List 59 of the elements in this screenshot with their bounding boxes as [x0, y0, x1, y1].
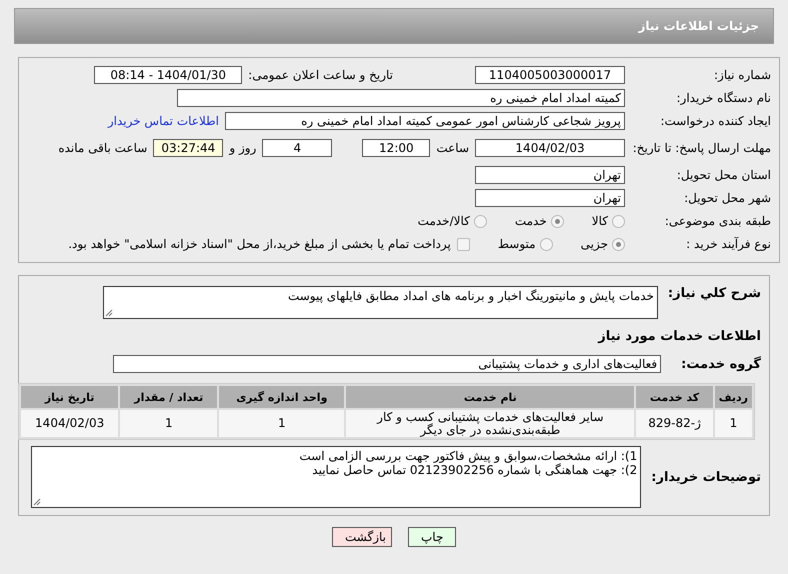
radio-button[interactable]	[550, 214, 564, 228]
checkbox[interactable]	[456, 238, 470, 250]
need-number-field[interactable]: 1104005003000017	[475, 66, 625, 84]
field-label: ساعت	[436, 141, 469, 155]
city-field[interactable]: تهران	[475, 189, 625, 207]
resize-grip-icon[interactable]	[33, 498, 42, 506]
field-label: شهر محل تحویل:	[683, 191, 771, 205]
table-cell: 1	[219, 410, 344, 437]
buyer-notes-field[interactable]: 1): ارائه مشخصات،سوابق و پیش فاکتور جهت بررسی الزامی است 2): جهت هماهنگی با شماره 02123902256 تماس حاصل نمایید	[31, 446, 642, 508]
field-label: تاریخ و ساعت اعلان عمومی:	[248, 68, 393, 82]
column-header: واحد اندازه گیری	[219, 386, 344, 408]
remaining-time-field[interactable]: 03:27:44	[153, 139, 224, 157]
back-button[interactable]: بازگشت	[332, 527, 392, 547]
option-label: متوسط	[498, 237, 536, 251]
field-label: ایجاد کننده درخواست:	[659, 114, 771, 128]
radio-button[interactable]	[540, 238, 553, 250]
option-label: خدمت	[514, 214, 547, 228]
radio-button[interactable]	[474, 214, 487, 228]
buyer-contact-link[interactable]: اطلاعات تماس خریدار	[108, 114, 219, 128]
field-label: توضیحات خریدار:	[651, 470, 761, 484]
table-cell: ژ-82-829	[636, 410, 713, 437]
field-label: شماره نیاز:	[713, 68, 771, 82]
column-header: ردیف	[714, 386, 752, 408]
column-header: تاریخ نیاز	[21, 386, 118, 408]
column-header: نام خدمت	[346, 386, 634, 408]
page-title: جزئیات اطلاعات نیاز	[638, 19, 759, 33]
field-label: مهلت ارسال پاسخ: تا تاریخ:	[632, 141, 771, 155]
resize-grip-icon[interactable]	[104, 309, 113, 317]
field-label: شرح کلي نیاز:	[668, 286, 761, 301]
checkbox-label: پرداخت تمام یا بخشی از مبلغ خرید،از محل "اسناد خزانه اسلامی" خواهد بود.	[68, 237, 451, 251]
radio-button[interactable]	[612, 214, 625, 228]
deadline-time-field[interactable]: 12:00	[362, 139, 430, 157]
deadline-date-field[interactable]: 1404/02/03	[475, 139, 625, 157]
days-field[interactable]: 4	[262, 139, 332, 157]
field-label: نام دستگاه خریدار:	[676, 91, 771, 105]
buyer-org-field[interactable]: کمیته امداد امام خمینی ره	[177, 89, 625, 107]
service-group-field[interactable]: فعالیت‌های اداری و خدمات پشتیبانی	[113, 355, 662, 373]
table-cell: سایر فعالیت‌های خدمات پشتیبانی کسب و کار طبقه‌بندی‌نشده در جای دیگر	[346, 410, 634, 437]
field-label: گروه خدمت:	[681, 356, 761, 372]
field-label: استان محل تحویل:	[676, 168, 771, 182]
column-header: کد خدمت	[636, 386, 713, 408]
print-button[interactable]: چاپ	[408, 527, 456, 547]
province-field[interactable]: تهران	[475, 166, 625, 184]
option-label: کالا/خدمت	[418, 214, 470, 228]
field-label: روز و	[229, 141, 256, 155]
column-header: تعداد / مقدار	[120, 386, 218, 408]
table-cell: 1	[120, 410, 218, 437]
requester-field[interactable]: پرویز شجاعی کارشناس امور عمومی کمیته امداد امام خمینی ره	[225, 112, 625, 130]
option-label: جزیی	[580, 237, 608, 251]
summary-field[interactable]: خدمات پایش و مانیتورینگ اخبار و برنامه های امداد مطابق فایلهای پیوست	[102, 286, 658, 319]
announce-date-field[interactable]: 1404/01/30 - 08:14	[94, 66, 242, 84]
field-label: ساعت باقی مانده	[58, 141, 148, 155]
table-cell: 1404/02/03	[21, 410, 118, 437]
option-label: کالا	[592, 214, 608, 228]
radio-button[interactable]	[612, 238, 625, 250]
field-label: نوع فرآیند خرید :	[685, 237, 771, 251]
field-label: طبقه بندی موضوعی:	[664, 214, 771, 228]
section-title: اطلاعات خدمات مورد نیاز	[598, 328, 761, 344]
table-cell: 1	[714, 410, 752, 437]
